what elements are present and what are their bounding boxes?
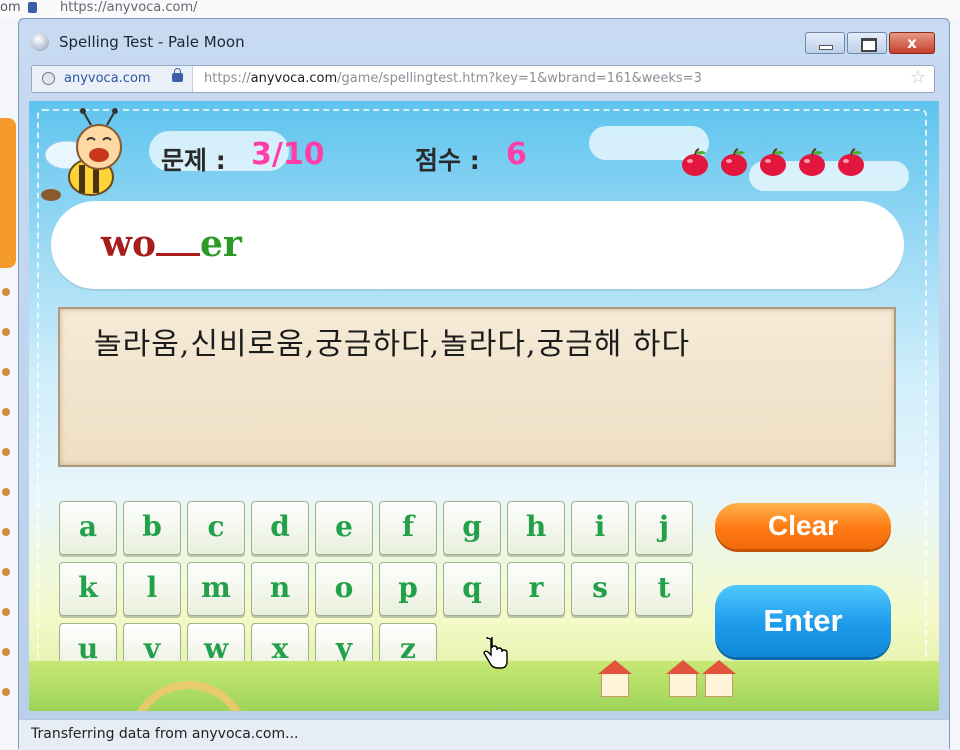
close-icon: x (907, 34, 917, 52)
maximize-icon (861, 38, 877, 52)
key-q[interactable]: q (443, 562, 501, 616)
spelling-game: 문제 : 3/10 점수 : 6 wo er 놀라움,신비로움,궁금하다,놀라다,… (29, 101, 939, 711)
question-counter: 3/10 (251, 137, 325, 172)
site-identity-button[interactable]: anyvoca.com (32, 66, 193, 92)
key-h[interactable]: h (507, 501, 565, 555)
background-orange-tab (0, 118, 16, 268)
background-page-left (0, 18, 20, 749)
background-fragment: om (0, 0, 21, 15)
enter-button[interactable]: Enter (715, 585, 891, 657)
apple-icon (760, 148, 786, 176)
key-o[interactable]: o (315, 562, 373, 616)
bullet-icon (2, 688, 10, 696)
question-label: 문제 : (161, 146, 226, 175)
apple-icon (682, 148, 708, 176)
title-bar[interactable]: Spelling Test - Pale Moon x (19, 19, 949, 61)
key-s[interactable]: s (571, 562, 629, 616)
key-r[interactable]: r (507, 562, 565, 616)
minimize-icon (819, 45, 833, 50)
score-value: 6 (506, 137, 527, 172)
word-display: wo er (51, 201, 904, 289)
close-button[interactable]: x (889, 32, 935, 54)
bullet-icon (2, 408, 10, 416)
key-i[interactable]: i (571, 501, 629, 555)
url-host: anyvoca.com (250, 71, 338, 86)
bullet-icon (2, 368, 10, 376)
bullet-icon (2, 568, 10, 576)
bullet-icon (2, 488, 10, 496)
url-prefix: https:// (204, 71, 251, 86)
house-icon (598, 660, 632, 697)
word-with-blanks: wo er (101, 223, 242, 265)
house-icon (666, 660, 700, 697)
word-meaning: 놀라움,신비로움,궁금하다,놀라다,궁금해 하다 (94, 327, 691, 362)
url-text[interactable]: https://anyvoca.com/game/spellingtest.ht… (204, 71, 702, 86)
apple-icon (799, 148, 825, 176)
bee-mascot-icon (41, 108, 122, 201)
address-bar[interactable]: anyvoca.com https://anyvoca.com/game/spe… (31, 65, 935, 93)
bullet-icon (2, 288, 10, 296)
hand-cursor-icon (483, 637, 508, 669)
maximize-button[interactable] (847, 32, 887, 54)
key-a[interactable]: a (59, 501, 117, 555)
bullet-icon (2, 608, 10, 616)
globe-icon (42, 72, 55, 85)
clear-button[interactable]: Clear (715, 503, 891, 549)
word-suffix: er (200, 223, 242, 265)
bookmark-star-icon[interactable]: ☆ (910, 67, 926, 88)
bullet-icon (2, 328, 10, 336)
key-p[interactable]: p (379, 562, 437, 616)
url-path: /game/spellingtest.htm?key=1&wbrand=161&… (337, 71, 702, 86)
key-d[interactable]: d (251, 501, 309, 555)
minimize-button[interactable] (805, 32, 845, 54)
status-text: Transferring data from anyvoca.com... (31, 726, 299, 742)
pale-moon-icon (31, 33, 49, 51)
apple-icon (838, 148, 864, 176)
key-t[interactable]: t (635, 562, 693, 616)
key-f[interactable]: f (379, 501, 437, 555)
bullet-icon (2, 528, 10, 536)
lock-icon (28, 2, 37, 13)
key-c[interactable]: c (187, 501, 245, 555)
key-e[interactable]: e (315, 501, 373, 555)
background-address-bar: om https://anyvoca.com/ (0, 0, 960, 19)
key-j[interactable]: j (635, 501, 693, 555)
key-n[interactable]: n (251, 562, 309, 616)
key-g[interactable]: g (443, 501, 501, 555)
key-m[interactable]: m (187, 562, 245, 616)
bullet-icon (2, 448, 10, 456)
bullet-icon (2, 648, 10, 656)
key-k[interactable]: k (59, 562, 117, 616)
score-label: 점수 : (415, 146, 480, 175)
apple-icon (721, 148, 747, 176)
popup-window: Spelling Test - Pale Moon x anyvoca.com … (18, 18, 950, 750)
letter-blank (156, 253, 201, 256)
house-icon (702, 660, 736, 697)
word-prefix: wo (101, 223, 157, 265)
lives-apples (679, 141, 879, 185)
background-url: https://anyvoca.com/ (60, 0, 198, 15)
key-b[interactable]: b (123, 501, 181, 555)
meaning-panel: 놀라움,신비로움,궁금하다,놀라다,궁금해 하다 (58, 307, 896, 467)
window-title: Spelling Test - Pale Moon (59, 33, 245, 51)
padlock-icon (172, 68, 183, 82)
key-l[interactable]: l (123, 562, 181, 616)
status-bar: Transferring data from anyvoca.com... (19, 719, 949, 750)
site-identity-label: anyvoca.com (64, 71, 151, 86)
